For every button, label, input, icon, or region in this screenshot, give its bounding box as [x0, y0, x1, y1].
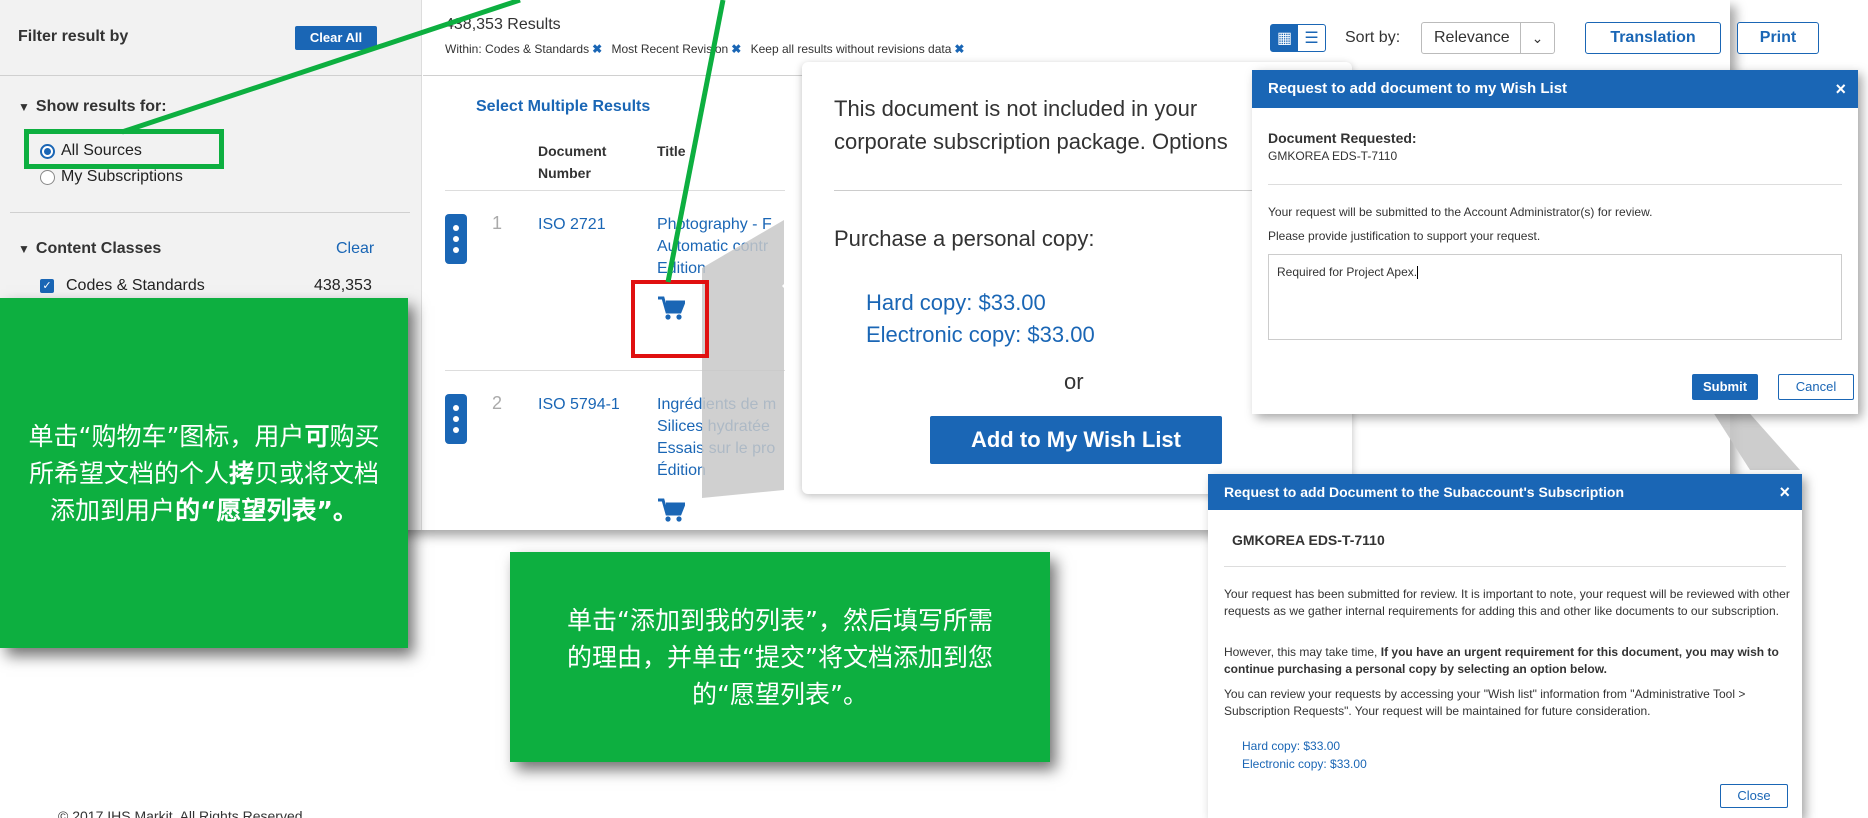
submitted-notice: Your request has been submitted for revi…	[1224, 587, 1790, 618]
cart-instruction-callout: 单击“购物车”图标，用户可购买所希望文档的个人拷贝或将文档添加到用户的“愿望列表…	[0, 298, 408, 648]
doc-requested-label: Document Requested:	[1268, 130, 1417, 146]
review-notice: Your request will be submitted to the Ac…	[1268, 205, 1653, 219]
dialog-title: Request to add Document to the Subaccoun…	[1208, 474, 1802, 510]
justification-textarea[interactable]: Required for Project Apex.	[1268, 254, 1842, 340]
hard-copy-link[interactable]: Hard copy: $33.00	[1242, 738, 1340, 755]
dialog-title-text: Request to add document to my Wish List	[1268, 80, 1568, 97]
doc-requested-id: GMKOREA EDS-T-7110	[1268, 149, 1398, 163]
justification-prompt: Please provide justification to support …	[1268, 229, 1541, 243]
hard-copy-link[interactable]: Hard copy: $33.00	[866, 290, 1046, 316]
wish-list-instruction-callout: 单击“添加到我的列表”，然后填写所需的理由，并单击“提交”将文档添加到您的“愿望…	[510, 552, 1050, 762]
add-to-wish-list-button[interactable]: Add to My Wish List	[930, 416, 1222, 464]
submit-button[interactable]: Submit	[1692, 374, 1758, 400]
callout-bold-text: 的“愿望列表”。	[175, 495, 358, 525]
close-icon[interactable]: ×	[1835, 70, 1846, 108]
review-requests-notice: You can review your requests by accessin…	[1224, 687, 1746, 718]
electronic-copy-link[interactable]: Electronic copy: $33.00	[866, 322, 1095, 348]
wish-list-dialog: Request to add document to my Wish List …	[1252, 70, 1858, 414]
subscription-request-dialog: Request to add Document to the Subaccoun…	[1208, 474, 1802, 818]
divider	[1268, 184, 1842, 185]
close-icon[interactable]: ×	[1779, 474, 1790, 510]
divider	[834, 190, 1254, 191]
urgent-notice-intro: However, this may take time,	[1224, 645, 1381, 659]
divider	[1224, 566, 1786, 567]
copyright-footer: © 2017 IHS Markit. All Rights Reserved.	[58, 808, 307, 818]
text-cursor	[1417, 266, 1419, 280]
callout-text: 单击“购物车”图标，用户	[28, 421, 305, 451]
cancel-button[interactable]: Cancel	[1778, 374, 1854, 400]
callout-bold-text: 可	[304, 421, 330, 451]
doc-id: GMKOREA EDS-T-7110	[1232, 532, 1385, 548]
or-separator: or	[1064, 369, 1084, 394]
cart-instruction-text: 单击“购物车”图标，用户可购买所希望文档的个人拷贝或将文档添加到用户的“愿望列表…	[22, 418, 386, 529]
urgent-notice: However, this may take time, If you have…	[1224, 644, 1792, 678]
purchase-heading: Purchase a personal copy:	[834, 226, 1095, 251]
dialog-title: Request to add document to my Wish List …	[1252, 70, 1858, 108]
close-button[interactable]: Close	[1720, 784, 1788, 808]
dialog-title-text: Request to add Document to the Subaccoun…	[1224, 484, 1625, 500]
not-included-message: This document is not included in your co…	[834, 96, 1228, 154]
popover-arrow	[782, 264, 804, 308]
wish-list-instruction-text: 单击“添加到我的列表”，然后填写所需的理由，并单击“提交”将文档添加到您的“愿望…	[567, 605, 993, 709]
callout-bold-text: 拷	[228, 458, 254, 488]
electronic-copy-link[interactable]: Electronic copy: $33.00	[1242, 756, 1367, 773]
justification-text: Required for Project Apex.	[1277, 265, 1418, 279]
